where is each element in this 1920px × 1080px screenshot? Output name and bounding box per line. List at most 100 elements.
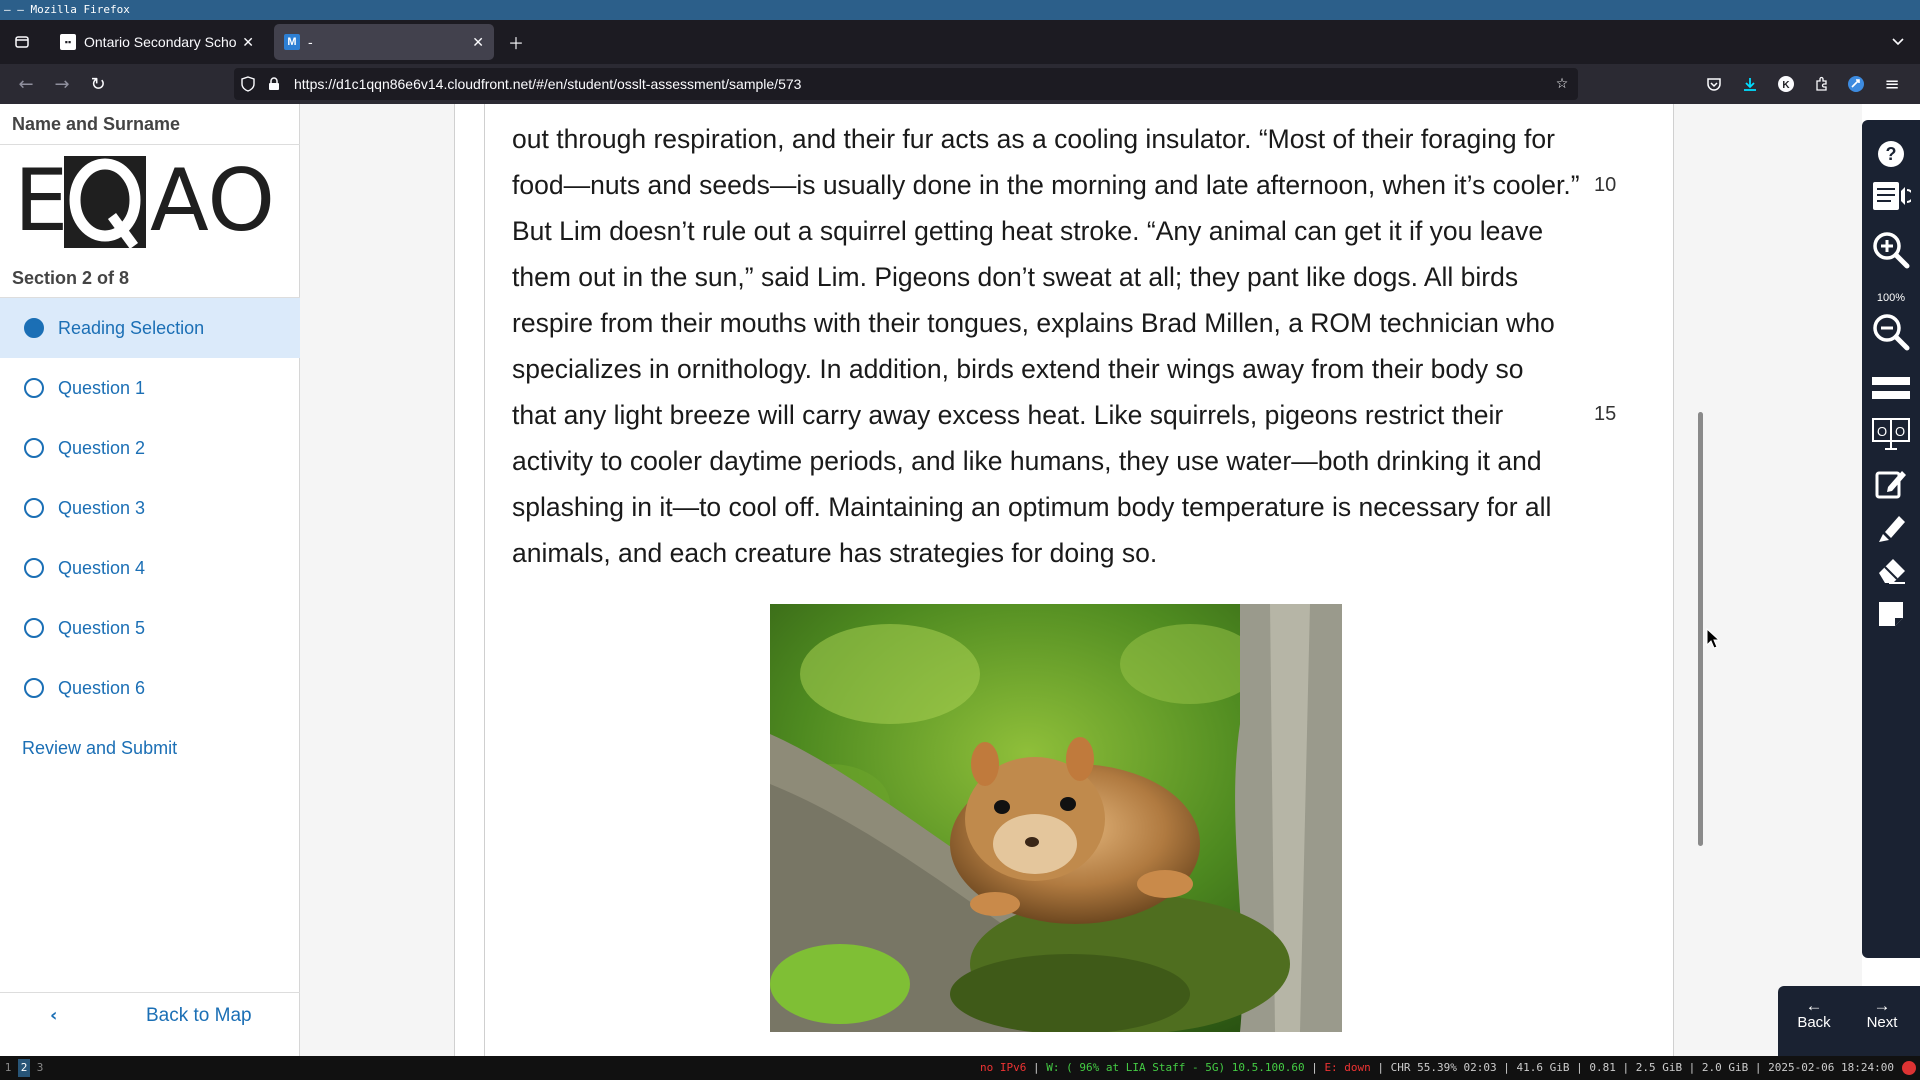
svg-text:AO: AO — [150, 156, 275, 248]
nav-item-question-3[interactable]: Question 3 — [0, 478, 300, 538]
question-nav-list: Reading Selection Question 1 Question 2 … — [0, 298, 300, 778]
reading-passage: out through respiration, and their fur a… — [512, 116, 1597, 576]
passage-line: splashing in it—to cool off. Maintaining… — [512, 492, 1552, 522]
os-window-title: – – Mozilla Firefox — [0, 0, 1920, 20]
radio-empty-icon — [24, 378, 44, 398]
workspace-1[interactable]: 1 — [2, 1059, 14, 1077]
svg-text:K: K — [1782, 80, 1790, 91]
forward-arrow-icon[interactable]: → — [48, 70, 76, 98]
svg-text:?: ? — [1886, 144, 1897, 164]
scrollbar-thumb[interactable] — [1698, 412, 1703, 846]
back-button[interactable]: ← Back — [1784, 996, 1844, 1031]
close-tab-icon[interactable]: ✕ — [242, 34, 254, 51]
passage-line: specializes in ornithology. In addition,… — [512, 354, 1524, 384]
nav-item-label: Question 2 — [58, 437, 146, 458]
system-status-bar: 1 2 3 no IPv6 | W: ( 96% at LIA Staff - … — [0, 1056, 1920, 1080]
bookmark-star-icon[interactable]: ☆ — [1552, 74, 1572, 94]
new-tab-icon[interactable]: ＋ — [502, 28, 530, 56]
nav-item-question-6[interactable]: Question 6 — [0, 658, 300, 718]
workspace-3[interactable]: 3 — [34, 1059, 46, 1077]
section-sidebar: Name and Surname E AO Section 2 of 8 Rea… — [0, 104, 300, 1056]
passage-line: that any light breeze will carry away ex… — [512, 400, 1504, 430]
radio-empty-icon — [24, 438, 44, 458]
text-to-speech-icon[interactable] — [1868, 176, 1914, 216]
highlighter-icon[interactable] — [1868, 508, 1914, 548]
sticky-note-icon[interactable] — [1868, 594, 1914, 634]
next-button[interactable]: → Next — [1852, 996, 1912, 1031]
nav-item-question-4[interactable]: Question 4 — [0, 538, 300, 598]
back-arrow-icon[interactable]: ← — [12, 70, 40, 98]
extensions-icon[interactable] — [1808, 70, 1836, 98]
divider — [0, 144, 300, 145]
shield-icon[interactable] — [238, 74, 258, 94]
help-icon[interactable]: ? — [1868, 134, 1914, 174]
line-reader-icon[interactable] — [1868, 368, 1914, 408]
tab-ontario-secondary-school[interactable]: ▪▪ Ontario Secondary School ✕ — [50, 24, 264, 60]
url-text: https://d1c1qqn86e6v14.cloudfront.net/#/… — [294, 76, 802, 92]
arrow-right-icon: → — [1873, 996, 1891, 1015]
tray-icon[interactable] — [1902, 1061, 1916, 1075]
status-info: no IPv6 | W: ( 96% at LIA Staff - 5G) 10… — [980, 1061, 1894, 1074]
radio-empty-icon — [24, 498, 44, 518]
zoom-out-icon[interactable] — [1868, 312, 1914, 352]
lock-icon[interactable] — [264, 74, 284, 94]
firefox-view-icon[interactable] — [8, 28, 36, 56]
m-favicon-icon: M — [284, 34, 300, 50]
svg-text:E: E — [14, 156, 68, 248]
nav-item-label: Question 6 — [58, 677, 146, 698]
nav-item-question-5[interactable]: Question 5 — [0, 598, 300, 658]
back-button-label: Back — [1797, 1014, 1831, 1031]
eraser-icon[interactable] — [1868, 550, 1914, 590]
passage-line: activity to cooler daytime periods, and … — [512, 446, 1542, 476]
nav-item-label: Question 3 — [58, 497, 146, 518]
student-name: Name and Surname — [12, 114, 181, 134]
downloads-icon[interactable] — [1736, 70, 1764, 98]
nav-item-question-1[interactable]: Question 1 — [0, 358, 300, 418]
squirrel-photo — [770, 604, 1342, 1032]
svg-text:O: O — [1877, 424, 1887, 439]
next-button-label: Next — [1866, 1014, 1898, 1031]
back-to-map-label: Back to Map — [146, 1005, 252, 1026]
ontario-favicon-icon: ▪▪ — [60, 34, 76, 50]
nav-item-question-2[interactable]: Question 2 — [0, 418, 300, 478]
back-to-map-button[interactable]: ‹ Back to Map — [0, 992, 300, 1042]
radio-empty-icon — [24, 678, 44, 698]
url-bar[interactable]: https://d1c1qqn86e6v14.cloudfront.net/#/… — [234, 68, 1578, 100]
radio-filled-icon — [24, 318, 44, 338]
tab-title: - — [308, 34, 313, 50]
notepad-icon[interactable] — [1868, 464, 1914, 504]
pocket-icon[interactable] — [1700, 70, 1728, 98]
system-stats: CHR 55.39% 02:03 | 41.6 GiB | 0.81 | 2.5… — [1390, 1061, 1894, 1074]
passage-line: out through respiration, and their fur a… — [512, 124, 1555, 154]
review-and-submit-link[interactable]: Review and Submit — [0, 718, 300, 778]
close-tab-icon[interactable]: ✕ — [472, 34, 484, 51]
tab-list-chevron-icon[interactable] — [1884, 28, 1912, 56]
question-nav-footer: ← Back → Next — [1778, 986, 1920, 1056]
ethernet-status: E: down — [1324, 1061, 1371, 1074]
zoom-level-label: 100% — [1876, 292, 1906, 304]
menu-hamburger-icon[interactable]: ≡ — [1878, 70, 1906, 98]
passage-line: animals, and each creature has strategie… — [512, 538, 1158, 568]
chevron-left-icon: ‹ — [50, 1005, 58, 1026]
passage-margin-line — [484, 104, 485, 1056]
radio-empty-icon — [24, 618, 44, 638]
nav-item-label: Question 4 — [58, 557, 146, 578]
nav-item-reading-selection[interactable]: Reading Selection — [0, 298, 300, 358]
browser-nav-bar: ← → ↻ https://d1c1qqn86e6v14.cloudfront.… — [0, 64, 1920, 104]
passage-line: food—nuts and seeds—is usually done in t… — [512, 170, 1580, 200]
browser-tab-strip: ▪▪ Ontario Secondary School ✕ M - ✕ ＋ — [0, 20, 1920, 64]
passage-line: But Lim doesn’t rule out a squirrel gett… — [512, 216, 1544, 246]
tab-active[interactable]: M - ✕ — [274, 24, 494, 60]
passage-line: respire from their mouths with their ton… — [512, 308, 1555, 338]
line-number: 10 — [1594, 174, 1617, 196]
account-icon[interactable]: K — [1772, 70, 1800, 98]
eqao-logo: E AO — [14, 156, 275, 248]
line-number: 15 — [1594, 403, 1617, 425]
zoom-in-icon[interactable] — [1868, 230, 1914, 270]
extension-blue-icon[interactable] — [1842, 70, 1870, 98]
reload-icon[interactable]: ↻ — [84, 70, 112, 98]
workspace-2[interactable]: 2 — [18, 1059, 30, 1077]
svg-text:O: O — [1895, 424, 1905, 439]
arrow-left-icon: ← — [1805, 996, 1823, 1015]
toggle-icon[interactable]: OO — [1868, 414, 1914, 454]
